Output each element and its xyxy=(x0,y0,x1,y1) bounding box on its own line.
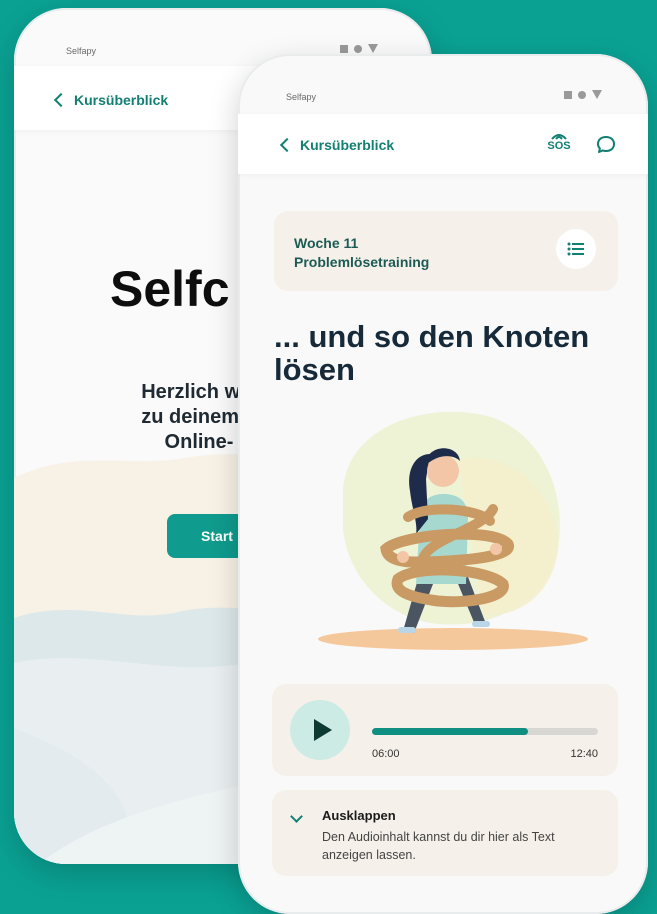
nav-bar: Kursüberblick SOS xyxy=(238,114,648,174)
back-link[interactable]: Kursüberblick xyxy=(279,137,395,153)
back-link[interactable]: Kursüberblick xyxy=(53,92,169,108)
current-time: 06:00 xyxy=(372,748,400,760)
week-label: Woche 11 xyxy=(294,235,359,251)
expand-title: Ausklappen xyxy=(322,808,396,823)
battery-icon xyxy=(592,90,602,99)
expand-card[interactable]: Ausklappen Den Audioinhalt kannst du dir… xyxy=(272,790,618,876)
back-link-label: Kursüberblick xyxy=(74,92,169,108)
knot-illustration xyxy=(318,411,588,650)
week-card[interactable]: Woche 11 Problemlösetraining xyxy=(274,211,618,291)
progress-fill xyxy=(372,728,528,735)
chevron-down-icon xyxy=(290,810,303,823)
signal-icon xyxy=(340,44,348,53)
back-link-label: Kursüberblick xyxy=(300,137,395,153)
page-title: Selfc xyxy=(110,261,230,317)
expand-description: Den Audioinhalt kannst du dir hier als T… xyxy=(322,830,555,862)
list-button[interactable] xyxy=(556,229,596,269)
status-icons xyxy=(340,44,378,53)
total-time: 12:40 xyxy=(570,748,598,760)
sos-signal-icon xyxy=(551,134,567,140)
status-brand: Selfapy xyxy=(66,46,97,56)
lesson-headline: ... und so den Knoten lösen xyxy=(274,319,590,387)
list-icon xyxy=(567,242,584,256)
wifi-icon xyxy=(578,90,586,99)
wifi-icon xyxy=(354,44,362,53)
audio-player: 06:00 12:40 xyxy=(272,684,618,776)
play-button[interactable] xyxy=(290,700,350,760)
status-icons xyxy=(564,90,602,99)
chat-bubble-icon[interactable] xyxy=(596,135,616,155)
chevron-left-icon xyxy=(279,137,295,153)
status-brand: Selfapy xyxy=(286,92,317,102)
chevron-left-icon xyxy=(53,92,69,108)
front-phone: Selfapy Kursüberblick SOS Woche 11 Probl… xyxy=(238,54,648,914)
play-icon xyxy=(313,719,332,741)
sos-button[interactable]: SOS xyxy=(542,130,576,160)
sos-label: SOS xyxy=(547,140,571,152)
progress-track[interactable] xyxy=(372,728,598,735)
signal-icon xyxy=(564,90,572,99)
battery-icon xyxy=(368,44,378,53)
week-topic: Problemlösetraining xyxy=(294,254,430,270)
